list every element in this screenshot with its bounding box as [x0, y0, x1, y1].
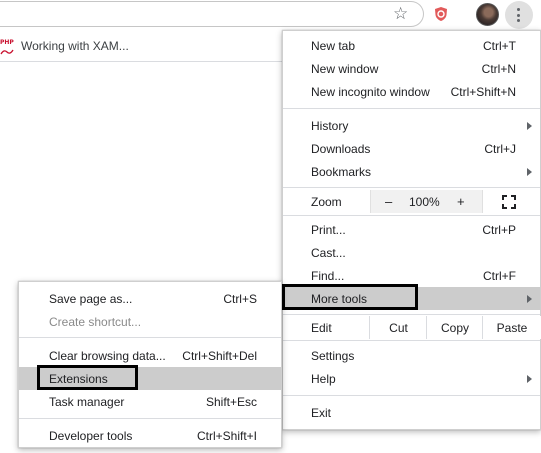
- menu-item-bookmarks[interactable]: Bookmarks: [283, 160, 540, 183]
- menu-item-task-manager[interactable]: Task manager Shift+Esc: [19, 390, 281, 413]
- menu-item-settings[interactable]: Settings: [283, 344, 540, 367]
- menu-shortcut: Ctrl+S: [223, 291, 257, 306]
- menu-label: New incognito window: [311, 84, 430, 99]
- menu-item-new-incognito-window[interactable]: New incognito window Ctrl+Shift+N: [283, 80, 540, 103]
- menu-shortcut: Ctrl+Shift+I: [196, 428, 257, 443]
- menu-separator: [283, 215, 540, 216]
- menu-shortcut: Ctrl+F: [483, 268, 516, 283]
- menu-label: Downloads: [311, 141, 371, 156]
- menu-separator: [283, 395, 540, 396]
- paste-button[interactable]: Paste: [482, 316, 541, 339]
- bookmark-label: Working with XAM...: [21, 39, 129, 53]
- menu-shortcut: Ctrl+J: [484, 141, 516, 156]
- menu-label: Clear browsing data...: [49, 348, 166, 363]
- menu-item-save-page-as[interactable]: Save page as... Ctrl+S: [19, 287, 281, 310]
- menu-shortcut: Ctrl+N: [481, 61, 516, 76]
- menu-label: Bookmarks: [311, 164, 372, 179]
- copy-button[interactable]: Copy: [426, 316, 483, 339]
- browser-toolbar: ☆: [0, 0, 541, 30]
- php-favicon-icon: PHP: [0, 39, 14, 55]
- edit-label: Edit: [311, 321, 332, 335]
- menu-separator: [283, 314, 540, 315]
- profile-avatar[interactable]: [476, 3, 499, 26]
- menu-separator: [19, 337, 281, 338]
- zoom-out-button[interactable]: –: [385, 194, 392, 209]
- menu-item-create-shortcut: Create shortcut...: [19, 310, 281, 333]
- menu-shortcut: Ctrl+P: [482, 222, 516, 237]
- menu-item-clear-browsing-data[interactable]: Clear browsing data... Ctrl+Shift+Del: [19, 344, 281, 367]
- menu-label: History: [311, 118, 349, 133]
- menu-item-help[interactable]: Help: [283, 367, 540, 390]
- extensions-annotation-outline: [37, 365, 138, 390]
- menu-label: Cast...: [311, 245, 346, 260]
- menu-item-zoom: Zoom – 100% +: [283, 190, 540, 213]
- zoom-in-button[interactable]: +: [457, 194, 465, 209]
- menu-label: Create shortcut...: [49, 314, 142, 329]
- menu-label: Exit: [311, 405, 332, 420]
- zoom-label: Zoom: [311, 195, 342, 209]
- bookmark-star-icon[interactable]: ☆: [393, 5, 408, 23]
- menu-label: Developer tools: [49, 428, 133, 443]
- submenu-arrow-icon: [527, 168, 532, 176]
- menu-label: Help: [311, 371, 336, 386]
- menu-shortcut: Ctrl+T: [483, 38, 516, 53]
- zoom-level: 100%: [409, 195, 440, 209]
- menu-item-new-tab[interactable]: New tab Ctrl+T: [283, 34, 540, 57]
- menu-separator: [283, 108, 540, 109]
- menu-label: Save page as...: [49, 291, 133, 306]
- menu-item-developer-tools[interactable]: Developer tools Ctrl+Shift+I: [19, 424, 281, 447]
- menu-shortcut: Ctrl+Shift+N: [450, 84, 516, 99]
- menu-separator: [283, 187, 540, 188]
- menu-item-downloads[interactable]: Downloads Ctrl+J: [283, 137, 540, 160]
- menu-item-history[interactable]: History: [283, 114, 540, 137]
- zoom-controls: – 100% +: [370, 190, 483, 213]
- menu-separator: [283, 340, 540, 341]
- kebab-menu-icon[interactable]: [505, 1, 533, 29]
- address-bar[interactable]: [0, 1, 424, 27]
- menu-shortcut: Ctrl+Shift+Del: [182, 348, 257, 363]
- menu-item-new-window[interactable]: New window Ctrl+N: [283, 57, 540, 80]
- menu-label: Print...: [311, 222, 346, 237]
- more-tools-annotation-outline: [282, 284, 418, 310]
- menu-separator: [19, 418, 281, 419]
- menu-label: Task manager: [49, 394, 125, 409]
- menu-label: Settings: [311, 348, 355, 363]
- submenu-arrow-icon: [527, 295, 532, 303]
- menu-item-edit: Edit Cut Copy Paste: [283, 316, 541, 339]
- fullscreen-icon[interactable]: [502, 195, 516, 209]
- menu-item-cast[interactable]: Cast...: [283, 241, 540, 264]
- shield-extension-icon[interactable]: [433, 6, 449, 22]
- cut-button[interactable]: Cut: [369, 316, 427, 339]
- chrome-main-menu: New tab Ctrl+T New window Ctrl+N New inc…: [282, 30, 541, 430]
- menu-label: New tab: [311, 38, 356, 53]
- bookmark-item[interactable]: PHP Working with XAM...: [0, 37, 129, 55]
- menu-label: Find...: [311, 268, 345, 283]
- menu-item-print[interactable]: Print... Ctrl+P: [283, 218, 540, 241]
- menu-shortcut: Shift+Esc: [205, 394, 257, 409]
- menu-label: New window: [311, 61, 379, 76]
- submenu-arrow-icon: [527, 122, 532, 130]
- menu-item-exit[interactable]: Exit: [283, 401, 540, 424]
- submenu-arrow-icon: [527, 375, 532, 383]
